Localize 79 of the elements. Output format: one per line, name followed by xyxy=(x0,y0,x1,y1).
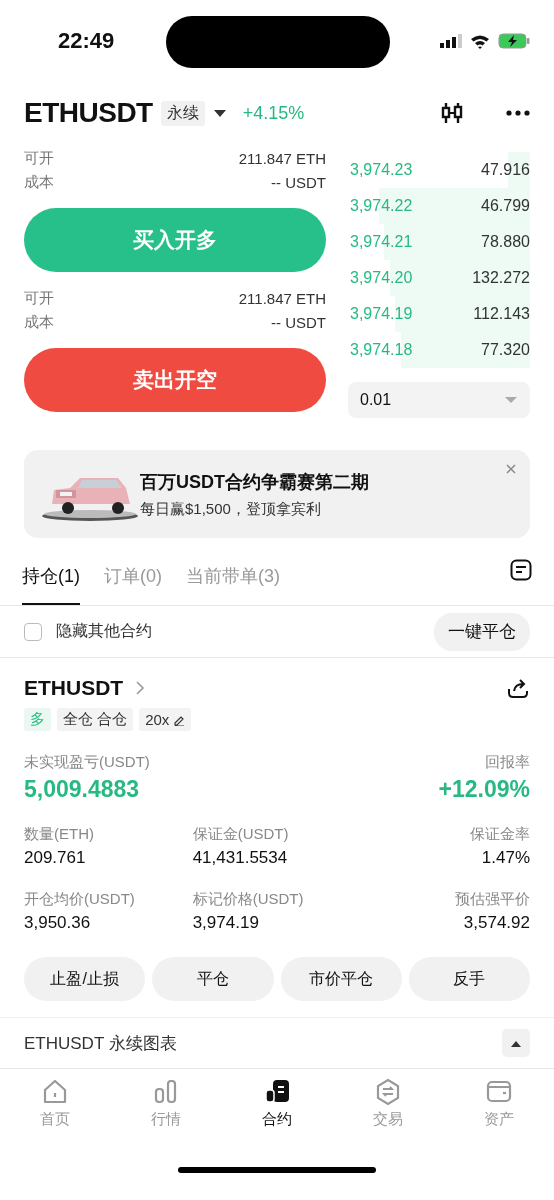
tab[interactable]: 订单(0) xyxy=(104,548,162,605)
nav-tab[interactable]: 合约 xyxy=(221,1069,333,1137)
bid-price[interactable]: 3,974.22 xyxy=(350,197,413,215)
bid-amount: 78.880 xyxy=(481,233,530,251)
side-tag: 多 xyxy=(24,708,51,731)
stat-label: 数量(ETH) xyxy=(24,825,95,844)
bid-amount: 46.799 xyxy=(481,197,530,215)
stat-label: 开仓均价(USDT) xyxy=(24,890,136,909)
leverage-tag[interactable]: 20x xyxy=(139,708,192,731)
info-value: 211.847 ETH xyxy=(238,289,326,307)
nav-tab[interactable]: 首页 xyxy=(0,1069,111,1137)
stat-value: 41,431.5534 xyxy=(192,848,289,868)
price-change: +4.15% xyxy=(242,102,305,124)
stat-value: 3,950.36 xyxy=(24,913,92,933)
margin-mode-tag: 全仓 合仓 xyxy=(57,708,134,731)
document-icon[interactable] xyxy=(510,558,532,581)
nav-tab[interactable]: 行情 xyxy=(110,1069,222,1137)
checkbox[interactable] xyxy=(24,622,42,641)
stat-label: 未实现盈亏(USDT) xyxy=(24,753,150,772)
info-label: 成本 xyxy=(24,312,54,332)
bid-amount: 112.143 xyxy=(473,305,530,323)
bid-price[interactable]: 3,974.21 xyxy=(350,233,413,251)
battery-icon xyxy=(498,33,530,49)
tab[interactable]: 当前带单(3) xyxy=(186,548,280,605)
caret-up-icon xyxy=(510,1039,522,1047)
status-time: 22:49 xyxy=(58,28,115,54)
banner-subtitle: 每日赢$1,500，登顶拿宾利 xyxy=(140,499,322,519)
bid-price[interactable]: 3,974.23 xyxy=(350,161,413,179)
info-value: -- USDT xyxy=(271,313,326,331)
info-label: 可开 xyxy=(24,288,54,308)
pnl-value: 5,009.4883 xyxy=(24,776,141,803)
contract-tag: 永续 xyxy=(160,100,205,126)
bid-amount: 132.272 xyxy=(472,269,530,287)
info-value: 211.847 ETH xyxy=(238,149,326,167)
banner-title: 百万USDT合约争霸赛第二期 xyxy=(140,470,369,494)
bid-price[interactable]: 3,974.19 xyxy=(350,305,413,323)
precision-select[interactable]: 0.01 xyxy=(348,382,530,418)
buy-long-button[interactable]: 买入开多 xyxy=(24,208,326,272)
stat-label: 保证金(USDT) xyxy=(192,825,290,844)
candlestick-icon[interactable] xyxy=(440,101,464,125)
signal-icon xyxy=(440,34,462,48)
tab[interactable]: 持仓(1) xyxy=(22,548,80,605)
bid-price[interactable]: 3,974.20 xyxy=(350,269,413,287)
promo-banner[interactable]: 百万USDT合约争霸赛第二期 每日赢$1,500，登顶拿宾利 xyxy=(24,450,530,538)
dropdown-caret-icon[interactable] xyxy=(212,108,227,118)
stat-value: 3,574.92 xyxy=(462,913,530,933)
stat-label: 回报率 xyxy=(484,753,530,772)
bid-amount: 77.320 xyxy=(481,341,530,359)
sell-short-button[interactable]: 卖出开空 xyxy=(24,348,326,412)
stat-value: 3,974.19 xyxy=(192,913,260,933)
nav-tab[interactable]: 资产 xyxy=(443,1069,554,1137)
info-label: 可开 xyxy=(24,148,54,168)
caret-icon xyxy=(504,396,518,404)
stat-label: 保证金率 xyxy=(469,825,530,844)
action-button[interactable]: 平仓 xyxy=(152,957,274,1001)
position-symbol[interactable]: ETHUSDT xyxy=(24,676,124,700)
bid-price[interactable]: 3,974.18 xyxy=(350,341,413,359)
roe-value: +12.09% xyxy=(438,776,530,803)
stat-value: 209.761 xyxy=(24,848,87,868)
pair-title[interactable]: ETHUSDT xyxy=(24,97,153,129)
nav-tab[interactable]: 交易 xyxy=(332,1069,444,1137)
more-icon[interactable] xyxy=(506,110,530,116)
stat-label: 预估强平价 xyxy=(454,890,530,909)
info-label: 成本 xyxy=(24,172,54,192)
close-all-button[interactable]: 一键平仓 xyxy=(434,612,530,651)
action-button[interactable]: 反手 xyxy=(408,957,530,1001)
stat-label: 标记价格(USDT) xyxy=(192,890,305,909)
chart-toggle-label[interactable]: ETHUSDT 永续图表 xyxy=(24,1031,177,1055)
chevron-right-icon[interactable] xyxy=(135,680,146,696)
action-button[interactable]: 止盈/止损 xyxy=(24,957,146,1001)
expand-button[interactable] xyxy=(502,1029,530,1057)
stat-value: 1.47% xyxy=(480,848,530,868)
bid-amount: 47.916 xyxy=(481,161,530,179)
close-icon xyxy=(506,464,516,474)
info-value: -- USDT xyxy=(271,173,326,191)
share-icon[interactable] xyxy=(506,677,530,699)
wifi-icon xyxy=(470,33,490,49)
action-button[interactable]: 市价平仓 xyxy=(280,957,402,1001)
checkbox-label: 隐藏其他合约 xyxy=(56,621,152,641)
